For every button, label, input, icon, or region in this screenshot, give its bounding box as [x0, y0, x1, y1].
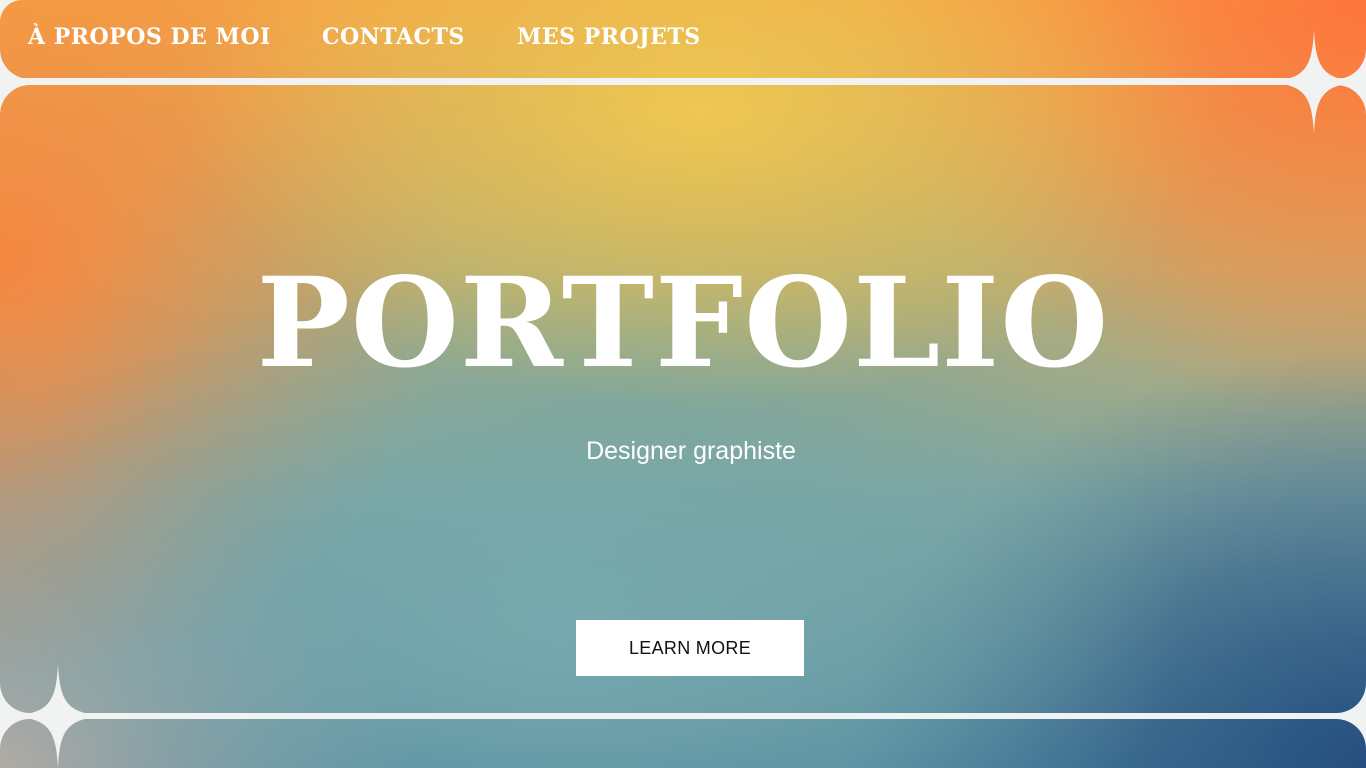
portfolio-page: À PROPOS DE MOI CONTACTS MES PROJETS POR… — [0, 0, 1366, 768]
page-corner — [0, 0, 22, 22]
four-point-star-icon — [8, 664, 108, 768]
frame-corner — [1336, 719, 1366, 749]
frame-corner — [1336, 683, 1366, 713]
nav-item-about[interactable]: À PROPOS DE MOI — [28, 24, 271, 50]
bottom-divider — [0, 713, 1366, 719]
top-divider — [0, 78, 1366, 85]
frame-corner — [0, 49, 30, 79]
hero-subtitle: Designer graphiste — [586, 437, 796, 465]
nav-item-contacts[interactable]: CONTACTS — [322, 24, 465, 50]
hero-title: PORTFOLIO — [256, 251, 1110, 396]
nav-item-projects[interactable]: MES PROJETS — [517, 24, 701, 50]
learn-more-button[interactable]: LEARN MORE — [576, 620, 804, 676]
frame-corner — [0, 85, 30, 115]
four-point-star-icon — [1264, 30, 1364, 134]
